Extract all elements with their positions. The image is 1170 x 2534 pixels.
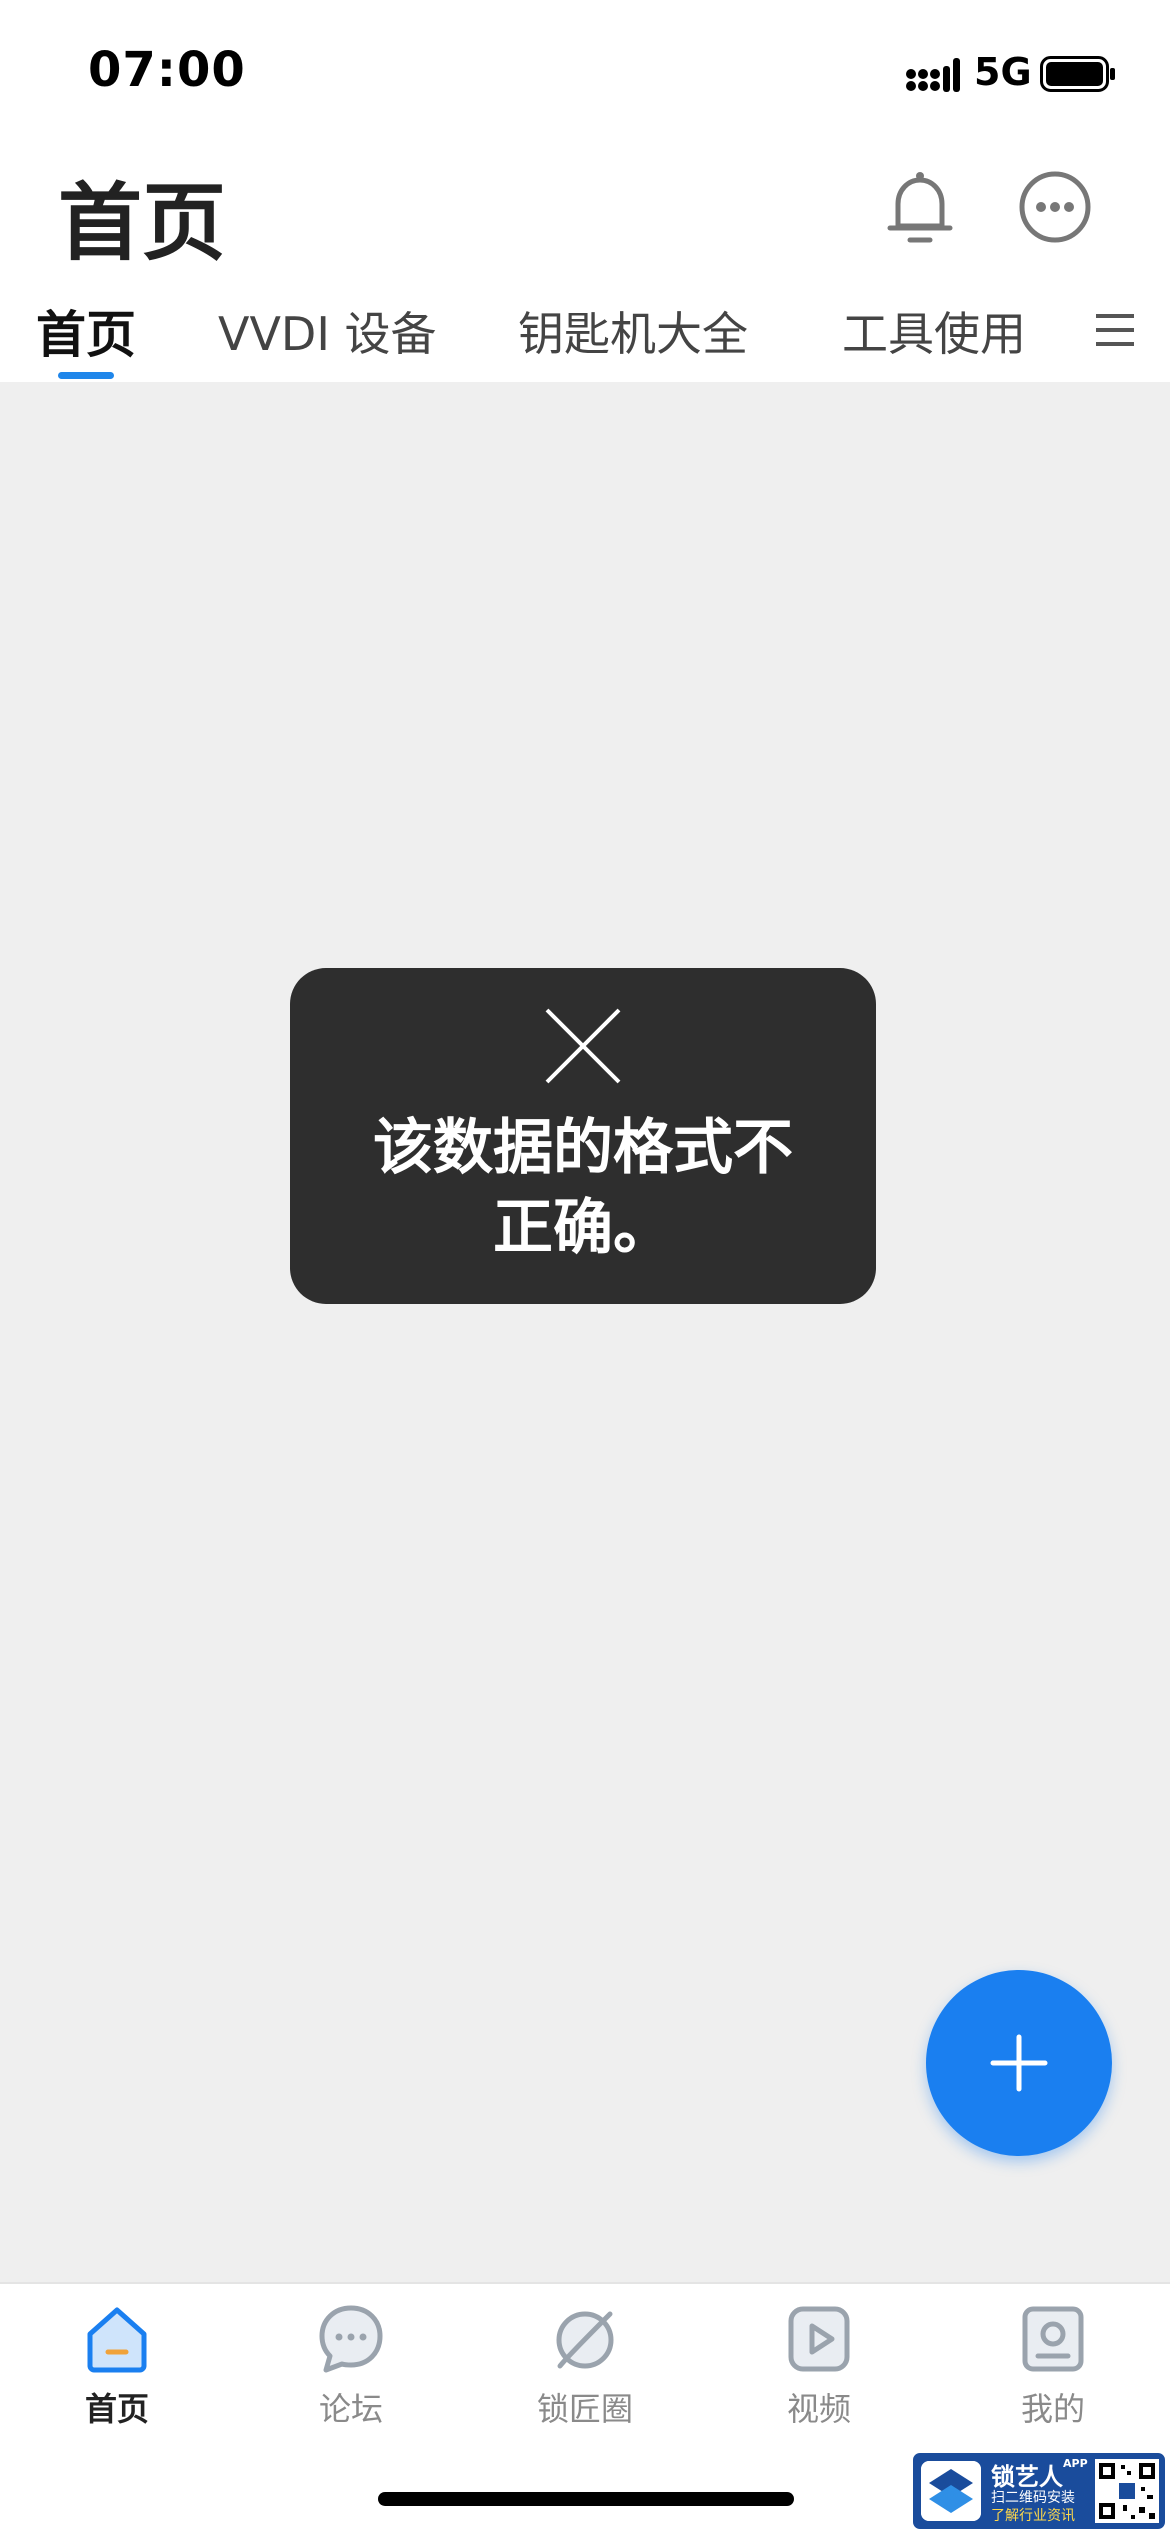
- tab-tool-usage[interactable]: 工具使用: [842, 298, 1026, 364]
- profile-icon: [1022, 2306, 1084, 2372]
- page-title: 首页: [58, 174, 227, 272]
- qr-code-icon: [1095, 2459, 1159, 2523]
- nav-label-profile: 我的: [1020, 2390, 1085, 2428]
- app-watermark: 锁艺人APP 扫二维码安装 了解行业资讯: [910, 2450, 1168, 2532]
- nav-label-forum: 论坛: [318, 2390, 383, 2428]
- status-time: 07:00: [88, 42, 246, 98]
- status-bar: 07:00 5G: [0, 0, 1170, 150]
- home-indicator[interactable]: [378, 2492, 794, 2506]
- toast-message-line2: 正确。: [493, 1193, 673, 1263]
- nav-label-home: 首页: [84, 2390, 149, 2428]
- tab-key-machines[interactable]: 钥匙机大全: [518, 298, 748, 364]
- nav-label-locksmith-circle: 锁匠圈: [536, 2390, 633, 2428]
- nav-item-locksmith-circle[interactable]: 锁匠圈: [468, 2304, 702, 2454]
- watermark-line1: 扫二维码安装: [991, 2490, 1075, 2506]
- add-post-button[interactable]: [926, 1970, 1112, 2156]
- toast-message-line1: 该数据的格式不: [373, 1113, 793, 1183]
- tab-fade: [1030, 280, 1090, 382]
- bell-icon[interactable]: [884, 170, 956, 248]
- active-tab-indicator: [58, 372, 114, 379]
- toast-message: 该数据的格式不 正确。: [320, 1108, 846, 1268]
- nav-item-home[interactable]: 首页: [0, 2304, 234, 2454]
- nav-item-forum[interactable]: 论坛: [234, 2304, 468, 2454]
- nav-item-profile[interactable]: 我的: [936, 2304, 1170, 2454]
- signal-icon: [906, 58, 960, 92]
- chat-bubble-icon: [319, 2305, 383, 2373]
- error-toast: 该数据的格式不 正确。: [290, 968, 876, 1304]
- planet-icon: [556, 2311, 614, 2369]
- close-icon: [545, 1008, 621, 1084]
- tab-vvdi-devices[interactable]: VVDI 设备: [218, 298, 437, 364]
- nav-label-video: 视频: [786, 2390, 851, 2428]
- more-icon[interactable]: [1018, 170, 1092, 244]
- home-icon: [87, 2307, 147, 2373]
- header: 首页: [0, 150, 1170, 280]
- battery-icon: [1040, 56, 1115, 92]
- play-icon: [788, 2306, 850, 2372]
- tab-bar: 首页 VVDI 设备 钥匙机大全 工具使用: [0, 280, 1170, 382]
- tab-home[interactable]: 首页: [36, 295, 136, 367]
- app-logo-icon: [921, 2461, 981, 2521]
- menu-icon[interactable]: [1094, 310, 1136, 350]
- watermark-superscript: APP: [1063, 2457, 1088, 2470]
- plus-icon: [990, 2034, 1048, 2092]
- nav-item-video[interactable]: 视频: [702, 2304, 936, 2454]
- network-label: 5G: [974, 50, 1032, 94]
- watermark-line2: 了解行业资讯: [991, 2508, 1075, 2524]
